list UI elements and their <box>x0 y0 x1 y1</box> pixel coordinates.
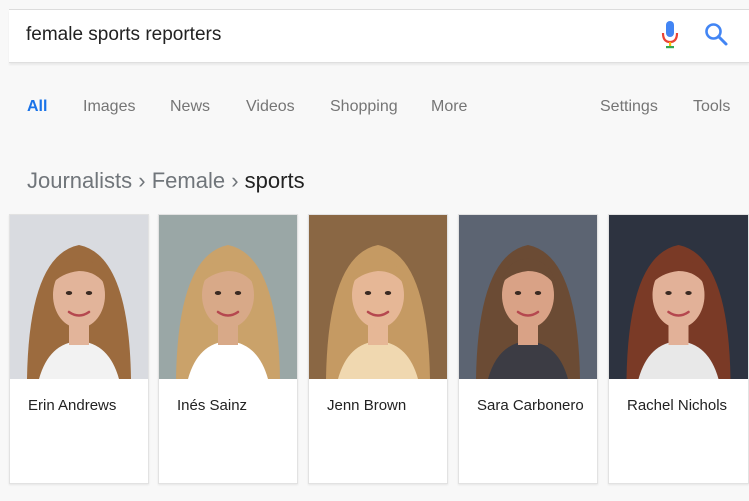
mic-icon[interactable] <box>660 20 680 50</box>
portrait-image <box>309 215 447 379</box>
person-name: Rachel Nichols <box>627 397 728 414</box>
tab-videos[interactable]: Videos <box>246 98 295 116</box>
person-photo <box>309 215 447 379</box>
tab-settings[interactable]: Settings <box>600 98 658 116</box>
person-card[interactable]: Jenn Brown <box>308 214 448 484</box>
person-name: Sara Carbonero <box>477 397 584 414</box>
person-photo <box>10 215 148 379</box>
tab-shopping[interactable]: Shopping <box>330 98 398 116</box>
person-card[interactable]: Rachel Nichols <box>608 214 749 484</box>
person-name: Inés Sainz <box>177 397 248 414</box>
person-card[interactable]: Sara Carbonero <box>458 214 598 484</box>
portrait-image <box>609 215 748 379</box>
portrait-image <box>459 215 597 379</box>
search-tabs: All Images News Videos Shopping More Set… <box>0 98 749 126</box>
tab-all[interactable]: All <box>27 98 47 116</box>
people-carousel: Erin Andrews Inés Sainz Jenn Brown Sara … <box>0 214 749 484</box>
search-bar <box>9 10 749 63</box>
breadcrumb-separator: › <box>231 168 239 193</box>
search-input[interactable] <box>24 18 588 52</box>
breadcrumb-journalists[interactable]: Journalists <box>27 168 132 193</box>
portrait-image <box>159 215 297 379</box>
person-name: Erin Andrews <box>28 397 117 414</box>
person-card[interactable]: Inés Sainz <box>158 214 298 484</box>
person-name: Jenn Brown <box>327 397 407 414</box>
tab-more[interactable]: More <box>431 98 467 116</box>
tab-images[interactable]: Images <box>83 98 135 116</box>
person-photo <box>459 215 597 379</box>
portrait-image <box>10 215 148 379</box>
person-photo <box>609 215 748 379</box>
search-icon[interactable] <box>703 21 729 47</box>
tab-news[interactable]: News <box>170 98 210 116</box>
person-photo <box>159 215 297 379</box>
breadcrumb: Journalists › Female › sports <box>27 168 305 194</box>
tab-tools[interactable]: Tools <box>693 98 730 116</box>
person-card[interactable]: Erin Andrews <box>9 214 149 484</box>
breadcrumb-current: sports <box>244 168 305 193</box>
breadcrumb-separator: › <box>138 168 146 193</box>
breadcrumb-female[interactable]: Female <box>152 168 225 193</box>
